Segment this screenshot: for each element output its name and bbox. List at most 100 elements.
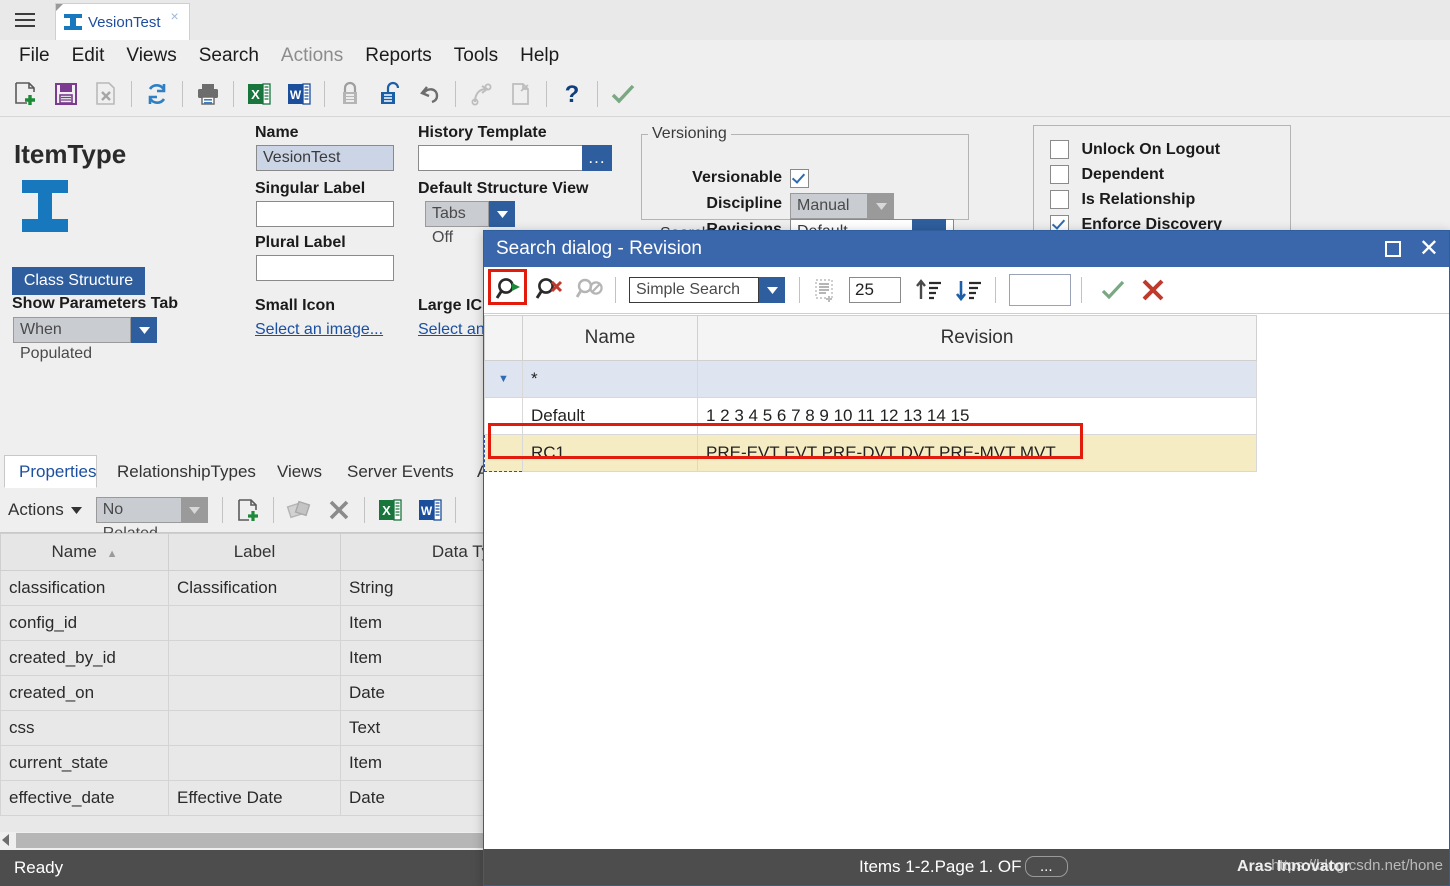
column-header-name[interactable]: Name: [522, 315, 698, 361]
history-template-browse-button[interactable]: ...: [582, 145, 612, 171]
show-parameters-tab-label: Show Parameters Tab: [12, 295, 178, 312]
versionable-checkbox[interactable]: [790, 169, 809, 188]
new-item-icon[interactable]: [6, 74, 46, 114]
chevron-down-icon[interactable]: [868, 193, 894, 219]
menu-item-actions[interactable]: Actions: [270, 45, 354, 67]
maximize-icon[interactable]: [1384, 241, 1401, 257]
plural-label-input[interactable]: [256, 255, 394, 281]
chevron-down-icon[interactable]: [131, 317, 157, 343]
search-text-input[interactable]: [1009, 274, 1071, 306]
versioning-legend: Versioning: [652, 125, 727, 142]
dialog-title-bar[interactable]: Search dialog - Revision ✕: [484, 231, 1449, 267]
search-mode-select[interactable]: Simple Search: [629, 277, 785, 303]
filter-row[interactable]: ▼ *: [484, 360, 1257, 398]
clear-search-icon[interactable]: [530, 270, 570, 310]
plural-label-label: Plural Label: [255, 234, 346, 251]
tab-properties[interactable]: Properties: [4, 455, 97, 488]
refresh-icon[interactable]: [137, 74, 177, 114]
scroll-left-arrow-icon[interactable]: [2, 834, 9, 846]
close-icon[interactable]: ×: [171, 8, 179, 24]
done-icon[interactable]: [603, 74, 643, 114]
large-icon-select-link[interactable]: Select an: [418, 321, 485, 339]
menu-item-edit[interactable]: Edit: [61, 45, 116, 67]
row-selector-cell[interactable]: [484, 434, 523, 472]
actions-dropdown[interactable]: Actions: [8, 500, 82, 520]
is-relationship-checkbox[interactable]: [1050, 190, 1069, 209]
chevron-down-icon[interactable]: [181, 497, 208, 523]
tab-views[interactable]: Views: [263, 455, 336, 488]
column-header-label[interactable]: Label: [168, 533, 341, 571]
save-icon[interactable]: [46, 74, 86, 114]
export-excel-icon[interactable]: X: [239, 74, 279, 114]
tab-corner-marker: [56, 4, 63, 11]
chevron-down-icon[interactable]: [489, 201, 515, 227]
main-menu-icon[interactable]: [14, 9, 36, 31]
filter-expand-icon[interactable]: ▼: [484, 360, 523, 398]
chevron-down-icon[interactable]: [759, 277, 785, 303]
dependent-checkbox[interactable]: [1050, 165, 1069, 184]
application-window: VesionTest × File Edit Views Search Acti…: [0, 0, 1450, 886]
column-header-name[interactable]: Name ▲: [0, 533, 169, 571]
column-header-revision[interactable]: Revision: [697, 315, 1257, 361]
show-parameters-tab-value: When Populated: [13, 317, 131, 362]
sort-ascending-icon: ▲: [106, 548, 118, 560]
undo-icon[interactable]: [410, 74, 450, 114]
class-structure-button[interactable]: Class Structure: [12, 267, 145, 295]
close-icon[interactable]: ✕: [1419, 237, 1439, 261]
history-template-input[interactable]: [418, 145, 584, 171]
default-structure-view-select[interactable]: Tabs Off: [425, 201, 515, 246]
tab-strip: VesionTest ×: [0, 0, 1450, 41]
unlock-icon[interactable]: [370, 74, 410, 114]
tab-server-events[interactable]: Server Events: [333, 455, 468, 488]
menu-item-tools[interactable]: Tools: [443, 45, 509, 67]
property-label: [168, 675, 341, 711]
menu-item-search[interactable]: Search: [188, 45, 270, 67]
flag-unlock-on-logout[interactable]: Unlock On Logout: [1050, 140, 1220, 159]
export-excel-icon[interactable]: X: [370, 490, 410, 530]
toolbar-separator: [131, 81, 132, 107]
show-parameters-tab-select[interactable]: When Populated: [13, 317, 157, 362]
sort-ascending-icon[interactable]: [909, 270, 949, 310]
versioning-fieldset: Versioning Versionable Discipline Manual…: [641, 125, 969, 245]
document-tab-vesiontest[interactable]: VesionTest ×: [55, 3, 190, 40]
cancel-icon[interactable]: [1133, 270, 1173, 310]
singular-label-input[interactable]: [256, 201, 394, 227]
flag-dependent[interactable]: Dependent: [1050, 165, 1164, 184]
export-word-icon[interactable]: W: [410, 490, 450, 530]
filter-name-input[interactable]: *: [522, 360, 698, 398]
filter-revision-input[interactable]: [697, 360, 1257, 398]
confirm-icon[interactable]: [1093, 270, 1133, 310]
table-row[interactable]: Default 1 2 3 4 5 6 7 8 9 10 11 12 13 14 …: [484, 397, 1257, 435]
help-icon[interactable]: ?: [552, 74, 592, 114]
large-icon-label: Large IC: [418, 297, 483, 314]
name-input[interactable]: [256, 145, 394, 171]
property-name: css: [0, 710, 169, 746]
sort-descending-icon[interactable]: [949, 270, 989, 310]
discipline-select[interactable]: Manual: [790, 193, 894, 219]
main-toolbar: X W ?: [0, 72, 1450, 117]
menu-item-reports[interactable]: Reports: [354, 45, 443, 67]
tab-relationshiptypes[interactable]: RelationshipTypes: [103, 455, 270, 488]
print-icon[interactable]: [188, 74, 228, 114]
property-label: [168, 745, 341, 781]
property-label: Classification: [168, 570, 341, 606]
run-search-icon[interactable]: [490, 270, 530, 310]
svg-text:X: X: [382, 503, 391, 518]
unlock-on-logout-checkbox[interactable]: [1050, 140, 1069, 159]
menu-item-views[interactable]: Views: [115, 45, 187, 67]
menu-item-file[interactable]: File: [8, 45, 61, 67]
toolbar-separator: [454, 497, 456, 523]
export-word-icon[interactable]: W: [279, 74, 319, 114]
toolbar-separator: [799, 277, 800, 303]
page-size-input[interactable]: [849, 277, 901, 303]
small-icon-select-link[interactable]: Select an image...: [255, 321, 383, 339]
page-selector-button[interactable]: ...: [1025, 856, 1068, 877]
menu-item-help[interactable]: Help: [509, 45, 570, 67]
toolbar-separator: [1081, 277, 1082, 303]
delete-icon[interactable]: [319, 490, 359, 530]
row-selector-cell[interactable]: [484, 397, 523, 435]
related-select[interactable]: No Related: [95, 497, 208, 542]
table-row[interactable]: RC1 PRE-EVT EVT PRE-DVT DVT PRE-MVT MVT: [484, 434, 1257, 472]
flag-is-relationship[interactable]: Is Relationship: [1050, 190, 1195, 209]
add-property-icon[interactable]: [228, 490, 268, 530]
